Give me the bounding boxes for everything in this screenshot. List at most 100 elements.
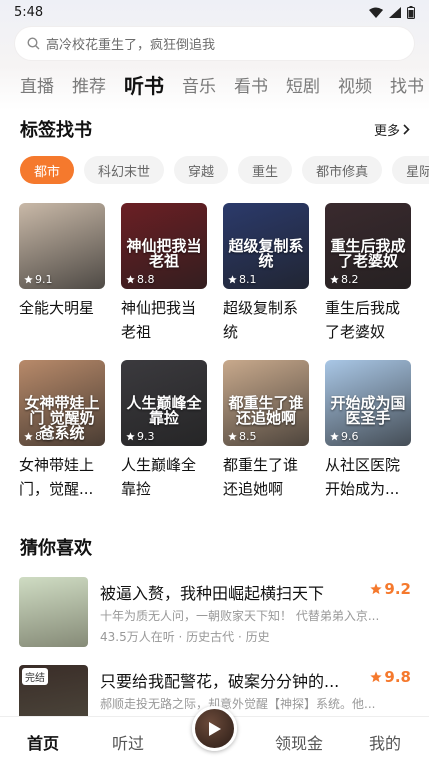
cover-title: 超级复制系统 (228, 237, 304, 270)
channel-tab[interactable]: 视频 (338, 72, 372, 97)
book-cover: 人生巅峰全靠捡 9.3 (121, 360, 207, 446)
book-cover: 女神带娃上门 觉醒奶爸系统 8.9 (19, 360, 105, 446)
star-icon (330, 275, 339, 284)
book-rating: 8.9 (24, 430, 53, 443)
rating-value: 9.3 (137, 430, 155, 443)
book-card[interactable]: 都重生了谁还追她啊 8.5 都重生了谁还追她啊 (223, 360, 309, 501)
search-icon (27, 37, 40, 50)
recommend-item[interactable]: 被逼入赘，我种田崛起横扫天下 9.2 十年为质无人问，一朝败家天下知！ 代替弟弟入京… (19, 577, 411, 647)
book-rating: 8.2 (330, 273, 359, 286)
book-title: 超级复制系统 (223, 299, 299, 341)
book-title: 人生巅峰全靠捡 (121, 456, 197, 498)
recommend-cover (19, 577, 88, 647)
score-value: 9.2 (384, 580, 411, 598)
tag-chip[interactable]: 都市修真 (302, 156, 383, 184)
book-card[interactable]: 神仙把我当老祖 8.8 神仙把我当老祖 (121, 203, 207, 344)
nav-listened[interactable]: 听过 (112, 730, 144, 754)
book-card[interactable]: 人生巅峰全靠捡 9.3 人生巅峰全靠捡 (121, 360, 207, 501)
wifi-icon (369, 7, 383, 18)
tag-section-title: 标签找书 (20, 120, 92, 141)
book-rating: 9.3 (126, 430, 155, 443)
book-title: 全能大明星 (19, 299, 95, 317)
recommend-title-text: 被逼入赘，我种田崛起横扫天下 (100, 584, 325, 603)
tag-chip[interactable]: 星际 (392, 156, 429, 184)
rating-value: 9.6 (341, 430, 359, 443)
book-card[interactable]: 女神带娃上门 觉醒奶爸系统 8.9 女神带娃上门，觉醒... (19, 360, 105, 501)
book-title: 重生后我成了老婆奴 (325, 299, 401, 341)
book-grid-row-1: 9.1 全能大明星 神仙把我当老祖 8.8 神仙把我当老祖 超级复制系统 8.1 超级复制系统… (19, 203, 411, 344)
rating-value: 8.2 (341, 273, 359, 286)
book-cover: 重生后我成了老婆奴 8.2 (325, 203, 411, 289)
book-rating: 9.1 (24, 273, 53, 286)
rating-value: 8.9 (35, 430, 53, 443)
book-grid-row-2: 女神带娃上门 觉醒奶爸系统 8.9 女神带娃上门，觉醒... 人生巅峰全靠捡 9.3 人生… (19, 360, 411, 501)
cover-title: 人生巅峰全靠捡 (126, 394, 202, 427)
tag-section-header: 标签找书 更多 (20, 116, 410, 142)
tag-filter-row: 都市 科幻末世 穿越 重生 都市修真 星际 (20, 156, 429, 184)
book-title: 神仙把我当老祖 (121, 299, 197, 341)
book-rating: 8.8 (126, 273, 155, 286)
channel-tab[interactable]: 音乐 (182, 72, 216, 97)
book-rating: 8.1 (228, 273, 257, 286)
recommend-meta: 43.5万人在听 · 历史古代 · 历史 (100, 630, 270, 644)
book-cover: 9.1 (19, 203, 105, 289)
more-label: 更多 (373, 123, 400, 139)
channel-tabs: 直播 推荐 听书 音乐 看书 短剧 视频 找书 (0, 66, 429, 102)
recommend-title: 猜你喜欢 (20, 538, 92, 559)
channel-tab[interactable]: 推荐 (72, 72, 106, 97)
channel-tab[interactable]: 看书 (234, 72, 268, 97)
rating-value: 8.1 (239, 273, 257, 286)
channel-tab[interactable]: 找书 (390, 72, 424, 97)
book-card[interactable]: 9.1 全能大明星 (19, 203, 105, 344)
book-rating: 8.5 (228, 430, 257, 443)
book-cover: 开始成为国医圣手 9.6 (325, 360, 411, 446)
tag-chip[interactable]: 穿越 (174, 156, 229, 184)
book-title: 女神带娃上门，觉醒... (19, 456, 95, 498)
cover-title: 重生后我成了老婆奴 (330, 237, 406, 270)
book-title: 从社区医院开始成为... (325, 456, 401, 498)
nav-cash[interactable]: 领现金 (275, 730, 323, 754)
recommend-score: 9.8 (370, 668, 411, 686)
nav-mine[interactable]: 我的 (369, 730, 401, 754)
channel-tab[interactable]: 短剧 (286, 72, 320, 97)
star-icon (126, 432, 135, 441)
book-card[interactable]: 超级复制系统 8.1 超级复制系统 (223, 203, 309, 344)
book-rating: 9.6 (330, 430, 359, 443)
completed-badge: 完结 (22, 668, 48, 685)
star-icon (330, 432, 339, 441)
channel-tab[interactable]: 听书 (124, 70, 164, 99)
play-icon (208, 721, 221, 736)
book-cover: 神仙把我当老祖 8.8 (121, 203, 207, 289)
status-time: 5:48 (14, 4, 44, 20)
cover-title: 都重生了谁还追她啊 (228, 394, 304, 427)
status-bar: 5:48 (0, 0, 429, 24)
player-button[interactable] (192, 706, 237, 751)
tag-chip[interactable]: 重生 (238, 156, 293, 184)
star-icon (126, 275, 135, 284)
channel-tab[interactable]: 直播 (20, 72, 54, 97)
book-title: 都重生了谁还追她啊 (223, 456, 299, 498)
star-icon (370, 583, 383, 595)
recommend-score: 9.2 (370, 580, 411, 598)
star-icon (24, 275, 33, 284)
more-link[interactable]: 更多 (374, 120, 410, 139)
book-cover: 都重生了谁还追她啊 8.5 (223, 360, 309, 446)
rating-value: 9.1 (35, 273, 53, 286)
recommend-title-text: 只要给我配警花，破案分分钟的... (100, 672, 340, 691)
star-icon (24, 432, 33, 441)
score-value: 9.8 (384, 668, 411, 686)
chevron-right-icon (403, 123, 410, 135)
cover-title: 神仙把我当老祖 (126, 237, 202, 270)
search-bar[interactable]: 高冷校花重生了，疯狂倒追我 (15, 27, 414, 60)
book-card[interactable]: 重生后我成了老婆奴 8.2 重生后我成了老婆奴 (325, 203, 411, 344)
book-cover: 超级复制系统 8.1 (223, 203, 309, 289)
recommend-section-header: 猜你喜欢 (20, 534, 410, 560)
nav-home[interactable]: 首页 (27, 730, 59, 754)
battery-icon (407, 5, 415, 19)
tag-chip[interactable]: 都市 (20, 156, 75, 184)
book-card[interactable]: 开始成为国医圣手 9.6 从社区医院开始成为... (325, 360, 411, 501)
rating-value: 8.5 (239, 430, 257, 443)
signal-icon (389, 6, 401, 18)
tag-chip[interactable]: 科幻末世 (84, 156, 165, 184)
search-placeholder: 高冷校花重生了，疯狂倒追我 (46, 38, 216, 53)
